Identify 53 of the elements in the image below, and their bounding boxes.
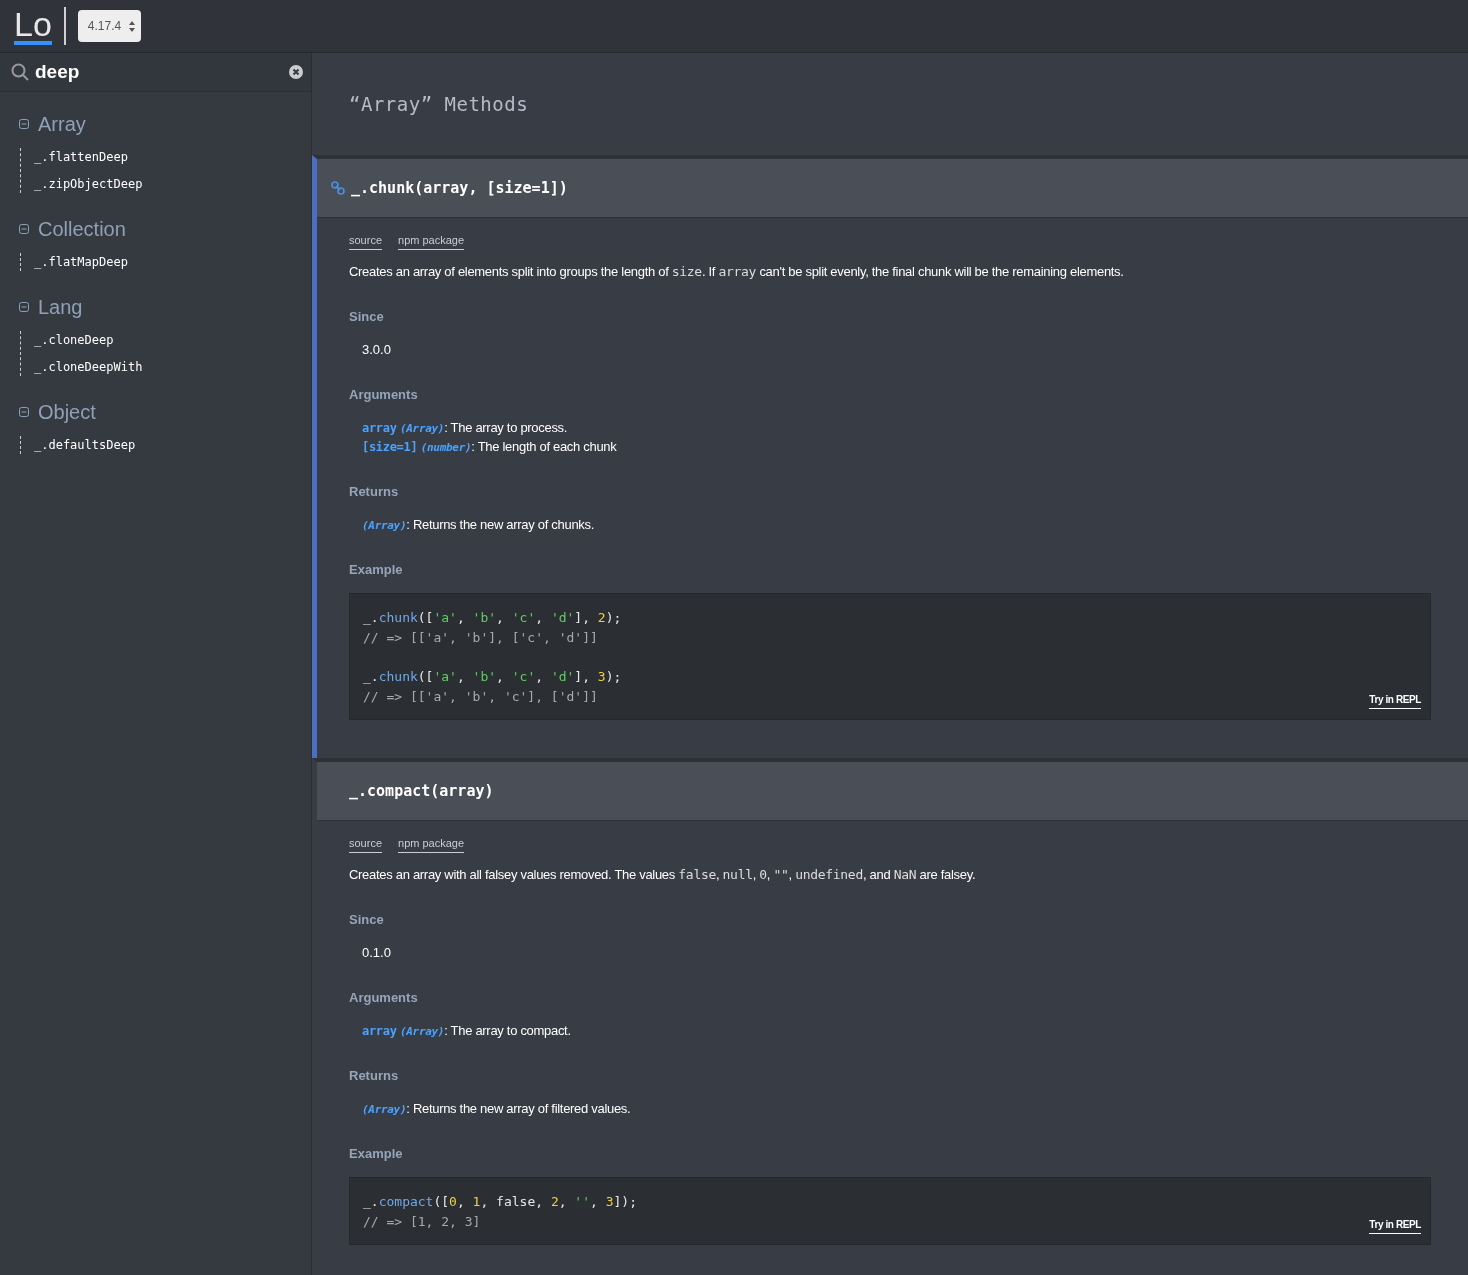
collapse-icon[interactable] [19,302,29,312]
method-signature: _.chunk(array, [size=1]) [351,179,568,197]
search-field[interactable]: deep [35,61,283,83]
method-description: Creates an array with all falsey values removed. The values false, null, 0, "", undefined, and NaN are falsey. [349,867,977,882]
updown-caret-icon [129,20,136,32]
collapse-icon[interactable] [19,119,29,129]
clear-icon[interactable] [289,65,303,79]
try-in-repl-link[interactable]: Try in REPL [1369,694,1421,709]
since-version: 3.0.0 [362,342,392,357]
category-title[interactable]: Array [38,112,86,136]
method-link[interactable]: _.flattenDeep [34,148,311,166]
argument-line: array (Array): The array to process. [362,420,569,435]
section-label: Returns [349,1068,400,1083]
category-title[interactable]: Object [38,400,96,424]
collapse-icon[interactable] [19,407,29,417]
category-title[interactable]: Collection [38,217,126,241]
doc-link[interactable]: source [349,234,383,250]
try-in-repl-link[interactable]: Try in REPL [1369,1219,1421,1234]
argument-line: [size=1] (number): The length of each chunk [362,439,618,454]
section-label: Arguments [349,387,419,402]
code-line: // => [['a', 'b', 'c'], ['d']] [363,688,598,706]
doc-link[interactable]: source [349,837,383,853]
category-title[interactable]: Lang [38,295,83,319]
returns-line: (Array): Returns the new array of filtered values. [362,1101,632,1116]
code-line: _.compact([0, 1, false, 2, '', 3]); [363,1193,637,1211]
code-line: // => [1, 2, 3] [363,1213,481,1231]
page-title: “Array” Methods [348,92,530,117]
section-label: Since [349,309,385,324]
code-line: _.chunk(['a', 'b', 'c', 'd'], 3); [363,668,622,686]
returns-line: (Array): Returns the new array of chunks. [362,517,596,532]
since-version: 0.1.0 [362,945,392,960]
section-label: Arguments [349,990,419,1005]
version-select[interactable]: 4.17.4 [77,10,142,42]
method-signature: _.compact(array) [349,782,494,800]
section-label: Example [349,562,404,577]
method-link[interactable]: _.cloneDeepWith [34,358,311,376]
section-label: Since [349,912,385,927]
link-icon[interactable] [331,181,345,195]
doc-link[interactable]: npm package [398,837,465,853]
code-line: // => [['a', 'b'], ['c', 'd']] [363,629,598,647]
code-line: _.chunk(['a', 'b', 'c', 'd'], 2); [363,609,622,627]
method-link[interactable]: _.defaultsDeep [34,436,311,454]
search-icon [11,63,29,81]
method-link[interactable]: _.cloneDeep [34,331,311,349]
logo[interactable]: Lo [14,7,52,45]
method-link[interactable]: _.zipObjectDeep [34,175,311,193]
doc-link[interactable]: npm package [398,234,465,250]
section-label: Returns [349,484,400,499]
collapse-icon[interactable] [19,224,29,234]
method-link[interactable]: _.flatMapDeep [34,253,311,271]
argument-line: array (Array): The array to compact. [362,1023,572,1038]
section-label: Example [349,1146,404,1161]
method-description: Creates an array of elements split into groups the length of size. If array can't be split evenly, the final chunk will be the remaining elements. [349,264,1125,279]
